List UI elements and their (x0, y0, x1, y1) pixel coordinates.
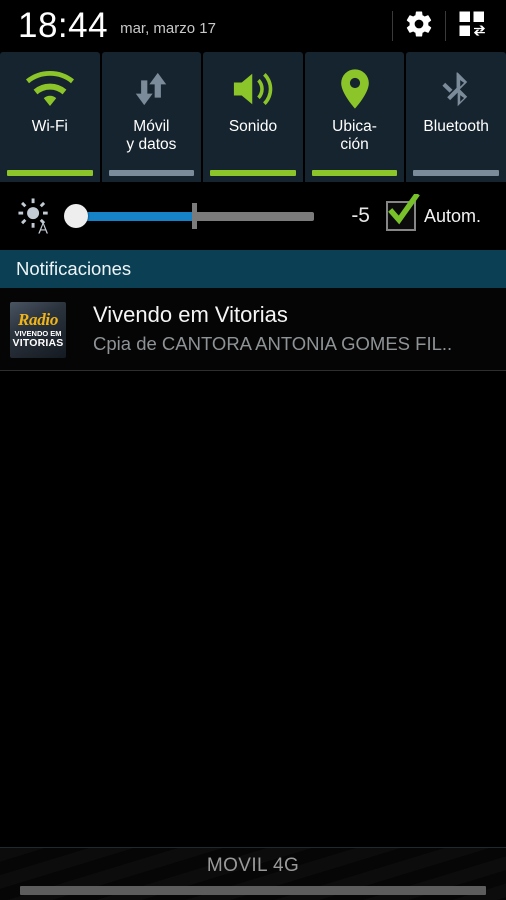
notifications-header-label: Notificaciones (16, 258, 132, 279)
toggle-wifi-state-bar (7, 170, 93, 176)
app-icon-line1: Radio (17, 310, 59, 329)
brightness-slider[interactable] (64, 201, 314, 231)
radio-vivendo-em-vitorias-app-icon: Radio VIVENDO EM VITORIAS (10, 302, 66, 358)
toggle-sound-state-bar (210, 170, 296, 176)
slider-fill (78, 211, 194, 221)
toggle-mobile-data-label: Móvil y datos (126, 118, 177, 153)
quick-settings-grid-icon (457, 9, 487, 44)
brightness-row: A -5 Autom. (0, 182, 506, 250)
app-icon-line3: VITORIAS (12, 337, 64, 349)
toggle-bluetooth[interactable]: Bluetooth (406, 52, 506, 182)
notifications-header: Notificaciones (0, 250, 506, 288)
auto-brightness-label: Autom. (424, 205, 482, 226)
header-divider-2 (445, 11, 446, 41)
checkbox-box[interactable] (386, 194, 420, 231)
toggle-wifi-label: Wi-Fi (31, 118, 68, 135)
toggle-mobile-data-state-bar (108, 170, 195, 176)
carrier-label: MOVIL 4G (206, 855, 300, 876)
toggle-location-state-bar (311, 170, 398, 176)
toggle-mobile-data[interactable]: Móvil y datos (101, 52, 202, 182)
quick-toggle-row: Wi-Fi Móvil y datos Sonido Ubica- ción B… (0, 52, 506, 182)
slider-center-tick (192, 203, 197, 229)
notification-shade: 18:44 mar, marzo 17 Wi-Fi Móvil y datos … (0, 0, 506, 900)
header-actions (390, 0, 506, 52)
auto-brightness-checkbox[interactable]: Autom. (386, 194, 482, 231)
toggle-sound-label: Sonido (228, 118, 278, 135)
clock: 18:44 (18, 5, 109, 45)
drag-handle[interactable] (20, 886, 486, 895)
header-divider-1 (392, 11, 393, 41)
toggle-wifi[interactable]: Wi-Fi (0, 52, 100, 182)
notification-title: Vivendo em Vitorias (93, 302, 288, 327)
quick-settings-button[interactable] (448, 0, 496, 52)
wifi-icon (24, 58, 76, 120)
auto-brightness-icon: A (14, 197, 58, 235)
status-header: 18:44 mar, marzo 17 (0, 0, 506, 52)
slider-thumb[interactable] (64, 204, 88, 228)
bluetooth-icon (439, 58, 473, 120)
toggle-location[interactable]: Ubica- ción (304, 52, 405, 182)
sound-icon (227, 58, 279, 120)
toggle-location-label: Ubica- ción (332, 118, 377, 153)
bottom-carrier-bar[interactable]: MOVIL 4G (0, 847, 506, 900)
location-icon (335, 58, 375, 120)
notification-list: Radio VIVENDO EM VITORIAS Vivendo em Vit… (0, 288, 506, 847)
notification-item[interactable]: Radio VIVENDO EM VITORIAS Vivendo em Vit… (0, 288, 506, 371)
toggle-bluetooth-label: Bluetooth (423, 118, 489, 135)
notification-subtitle: Cpia de CANTORA ANTONIA GOMES FIL.. (93, 333, 453, 354)
date-label: mar, marzo 17 (120, 19, 216, 37)
gear-icon (404, 9, 434, 44)
data-sync-icon (128, 58, 174, 120)
brightness-value: -5 (351, 204, 370, 227)
toggle-sound[interactable]: Sonido (203, 52, 303, 182)
settings-button[interactable] (395, 0, 443, 52)
svg-text:A: A (38, 222, 48, 235)
toggle-bluetooth-state-bar (413, 170, 499, 176)
notification-text: Vivendo em Vitorias Cpia de CANTORA ANTO… (93, 302, 496, 356)
